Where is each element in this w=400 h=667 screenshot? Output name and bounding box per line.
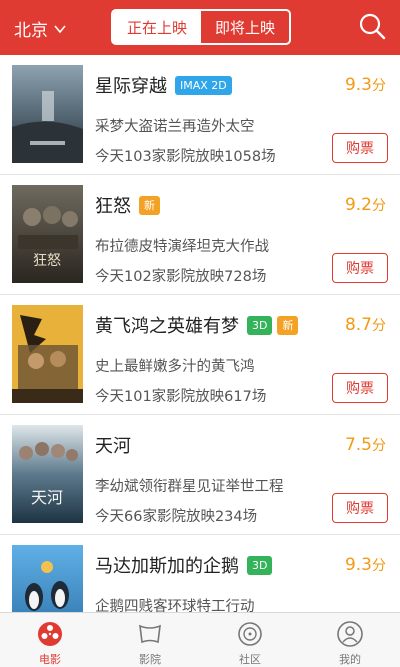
film-reel-icon xyxy=(38,622,62,646)
user-profile-icon xyxy=(337,621,363,647)
movie-list: 星际穿越 IMAX 2D 9.3分 采梦大盗诺兰再造外太空 今天103家影院放映… xyxy=(0,55,400,612)
new-badge: 新 xyxy=(139,195,160,215)
score-unit: 分 xyxy=(372,198,386,214)
tab-now-showing[interactable]: 正在上映 xyxy=(113,11,201,43)
showtimes-summary: 今天103家影院放映1058场 xyxy=(95,149,276,165)
score-value: 8.7 xyxy=(344,315,372,335)
movie-tagline: 布拉德皮特演绎坦克大作战 xyxy=(95,239,269,255)
movie-score: 9.2分 xyxy=(345,195,386,215)
score-unit: 分 xyxy=(372,558,386,574)
city-label: 北京 xyxy=(14,21,48,41)
svg-text:天河: 天河 xyxy=(31,488,63,507)
new-badge: 新 xyxy=(277,315,299,335)
tab-movie[interactable]: 电影 xyxy=(0,613,100,667)
movie-title: 黄飞鸿之英雄有梦 xyxy=(95,316,239,337)
list-item[interactable]: 狂怒 狂怒 新 9.2分 布拉德皮特演绎坦克大作战 今天102家影院放映728场… xyxy=(0,175,400,295)
tab-label: 我的 xyxy=(339,653,361,666)
city-selector[interactable]: 北京 xyxy=(14,16,66,41)
movie-poster xyxy=(12,545,83,612)
title-row: 天河 xyxy=(95,432,131,458)
score-value: 9.3 xyxy=(344,555,372,575)
movie-title: 狂怒 xyxy=(95,196,131,217)
movie-title: 星际穿越 xyxy=(95,76,167,97)
list-item[interactable]: 马达加斯加的企鹅 3D 9.3分 企鹅四贱客环球特工行动 xyxy=(0,535,400,612)
movie-score: 9.3分 xyxy=(345,75,386,95)
movie-score: 8.7分 xyxy=(345,315,386,335)
score-unit: 分 xyxy=(372,318,386,334)
buy-ticket-button[interactable]: 购票 xyxy=(332,133,388,163)
score-unit: 分 xyxy=(372,78,386,94)
movie-title: 天河 xyxy=(95,436,131,457)
showtimes-summary: 今天66家影院放映234场 xyxy=(95,509,258,525)
score-value: 9.2 xyxy=(344,195,372,215)
bottom-tab-bar: 电影 影院 社区 我的 xyxy=(0,612,400,667)
movie-score: 9.3分 xyxy=(345,555,386,575)
movie-score: 7.5分 xyxy=(345,435,386,455)
movie-tagline: 李幼斌领衔群星见证举世工程 xyxy=(95,479,284,495)
movie-tagline: 史上最鲜嫩多汁的黄飞鸿 xyxy=(95,359,255,375)
cinema-screen-icon xyxy=(139,624,161,644)
score-value: 9.3 xyxy=(344,75,372,95)
showing-segment-control: 正在上映 即将上映 xyxy=(111,9,291,45)
svg-text:狂怒: 狂怒 xyxy=(33,253,61,269)
top-bar: 北京 正在上映 即将上映 xyxy=(0,0,400,55)
app: 北京 正在上映 即将上映 星际穿越 IMAX 2D 9.3分 采梦大盗诺兰再造外… xyxy=(0,0,400,667)
movie-tagline: 采梦大盗诺兰再造外太空 xyxy=(95,119,255,135)
movie-tagline: 企鹅四贱客环球特工行动 xyxy=(95,599,255,612)
score-unit: 分 xyxy=(372,438,386,454)
buy-ticket-button[interactable]: 购票 xyxy=(332,253,388,283)
tab-coming-soon[interactable]: 即将上映 xyxy=(201,11,289,43)
movie-poster: 天河 xyxy=(12,425,83,523)
title-row: 星际穿越 IMAX 2D xyxy=(95,72,232,98)
tab-label: 影院 xyxy=(139,653,161,666)
showtimes-summary: 今天102家影院放映728场 xyxy=(95,269,267,285)
community-icon xyxy=(238,622,262,646)
buy-ticket-button[interactable]: 购票 xyxy=(332,373,388,403)
list-item[interactable]: 黄飞鸿之英雄有梦 3D 新 8.7分 史上最鲜嫩多汁的黄飞鸿 今天101家影院放… xyxy=(0,295,400,415)
tab-label: 电影 xyxy=(39,653,61,666)
tab-cinema[interactable]: 影院 xyxy=(100,613,200,667)
buy-ticket-button[interactable]: 购票 xyxy=(332,493,388,523)
movie-poster: 狂怒 xyxy=(12,185,83,283)
tab-mine[interactable]: 我的 xyxy=(300,613,400,667)
3d-badge: 3D xyxy=(247,315,273,335)
list-item[interactable]: 天河 天河 7.5分 李幼斌领衔群星见证举世工程 今天66家影院放映234场 购… xyxy=(0,415,400,535)
movie-title: 马达加斯加的企鹅 xyxy=(95,556,239,577)
tab-community[interactable]: 社区 xyxy=(200,613,300,667)
title-row: 狂怒 新 xyxy=(95,192,160,218)
movie-poster xyxy=(12,305,83,403)
score-value: 7.5 xyxy=(344,435,372,455)
chevron-down-icon xyxy=(54,24,66,33)
title-row: 黄飞鸿之英雄有梦 3D 新 xyxy=(95,312,299,338)
tab-label: 社区 xyxy=(239,653,261,666)
imax-badge: IMAX 2D xyxy=(175,75,232,95)
movie-poster xyxy=(12,65,83,163)
3d-badge: 3D xyxy=(247,555,273,575)
showtimes-summary: 今天101家影院放映617场 xyxy=(95,389,267,405)
title-row: 马达加斯加的企鹅 3D xyxy=(95,552,273,578)
search-icon[interactable] xyxy=(358,12,386,40)
list-item[interactable]: 星际穿越 IMAX 2D 9.3分 采梦大盗诺兰再造外太空 今天103家影院放映… xyxy=(0,55,400,175)
